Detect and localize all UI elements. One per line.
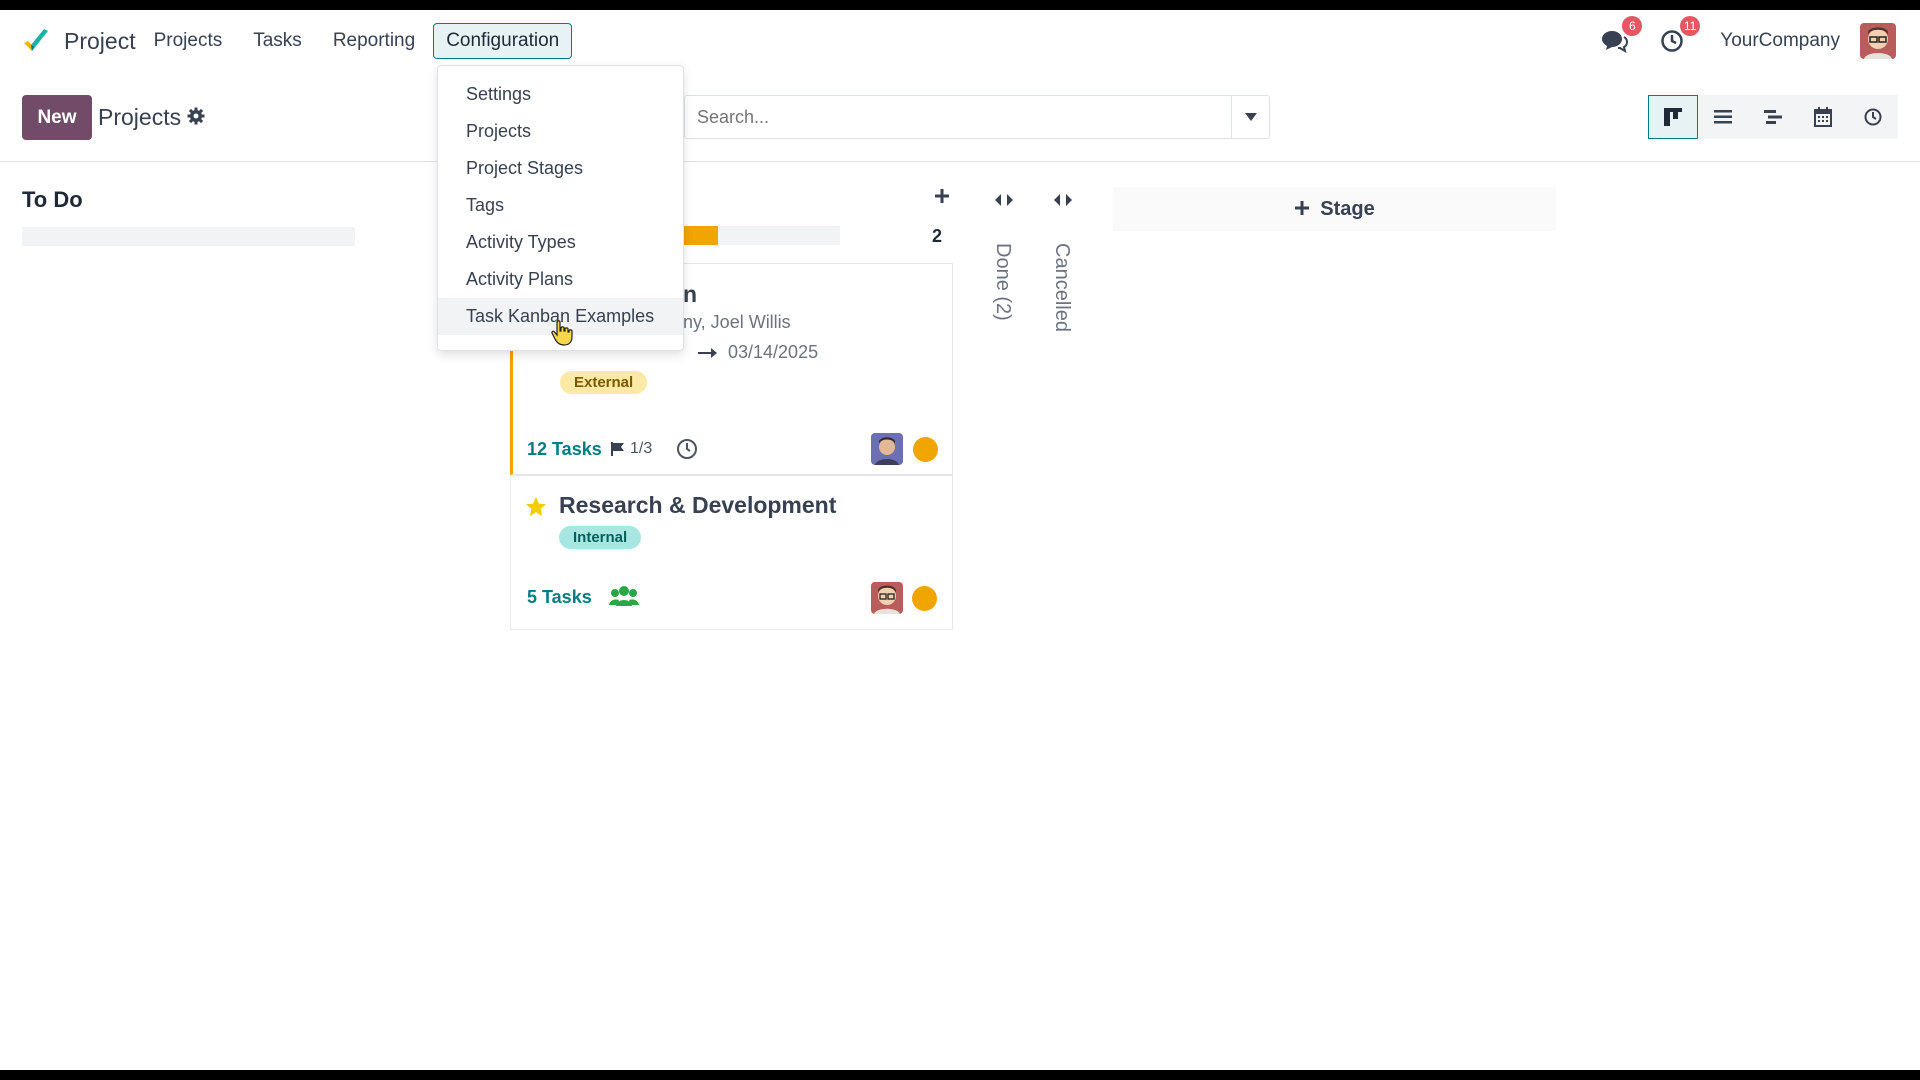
menu-item-activity-plans[interactable]: Activity Plans [438,261,683,298]
activity-icon [1864,108,1882,126]
search-bar [684,95,1270,139]
menu-item-settings[interactable]: Settings [438,76,683,113]
flag-icon [611,442,624,456]
tag-badge: Internal [559,526,642,549]
menu-item-activity-types[interactable]: Activity Types [438,224,683,261]
app-window: Project Projects Tasks Reporting Configu… [0,10,1920,1070]
card-date: 03/14/2025 [728,342,819,362]
folded-column-label: Cancelled [1051,243,1073,332]
search-options-toggle[interactable] [1231,96,1269,138]
activities-badge: 11 [1679,16,1701,36]
hand-cursor-icon [551,320,573,346]
folded-column-label: Done (2) [992,243,1014,321]
card-title: n [683,281,698,307]
avatar-image [871,582,903,614]
project-card[interactable]: Research & Development Internal 5 Tasks [510,475,953,630]
status-indicator[interactable] [913,437,938,462]
breadcrumb: Projects [98,104,205,131]
messages-badge: 6 [1622,16,1643,36]
menu-item-tags[interactable]: Tags [438,187,683,224]
card-title: Research & Development [559,492,837,518]
favorite-star-icon[interactable] [525,496,547,518]
list-icon [1714,110,1732,124]
column-record-count: 2 [932,226,943,246]
project-manager-avatar[interactable] [871,582,903,614]
activity-clock-icon[interactable] [676,438,698,465]
app-name: Project [64,27,136,54]
status-indicator[interactable] [912,586,937,611]
gantt-icon [1764,110,1782,124]
kanban-icon [1664,108,1682,126]
configuration-dropdown-menu: Settings Projects Project Stages Tags Ac… [437,65,684,351]
column-title: To Do [22,187,83,212]
messages-button[interactable]: 6 [1598,16,1643,57]
new-button[interactable]: New [22,95,92,140]
plus-icon [1294,195,1310,223]
company-switcher[interactable]: YourCompany [1720,30,1840,52]
app-brand[interactable]: Project [20,25,136,57]
user-avatar-image [1860,23,1896,59]
gear-icon[interactable] [187,104,205,131]
arrow-right-icon [698,347,717,358]
list-view-button[interactable] [1698,95,1748,139]
menu-reporting[interactable]: Reporting [320,23,428,59]
menu-item-project-stages[interactable]: Project Stages [438,150,683,187]
caret-down-icon [1244,113,1257,121]
view-switcher [1648,95,1898,139]
avatar-image [871,433,903,465]
top-navbar: Project Projects Tasks Reporting Configu… [0,10,1920,72]
collaborators-icon [609,584,639,613]
calendar-view-button[interactable] [1798,95,1848,139]
calendar-icon [1814,107,1832,127]
milestones-count: 1/3 [630,440,653,457]
column-progress-empty [22,227,355,246]
project-manager-avatar[interactable] [871,433,903,465]
tasks-link[interactable]: 5 Tasks [527,587,592,608]
card-customer: ny, Joel Willis [683,312,791,332]
card-dates: 03/14/2025 [698,342,818,363]
menu-projects[interactable]: Projects [141,23,236,59]
menu-tasks[interactable]: Tasks [240,23,315,59]
plus-icon [935,189,949,203]
tag-badge: External [560,371,648,394]
milestones-indicator[interactable]: 1/3 [610,440,652,458]
project-app-logo-icon [24,29,48,51]
menu-item-projects[interactable]: Projects [438,113,683,150]
tasks-link[interactable]: 12 Tasks [527,439,602,460]
kanban-board: To Do 2 n ny, Joel Willis 03/14/2025 Ext… [0,163,1920,1070]
activity-view-button[interactable] [1848,95,1898,139]
expand-column-icon [995,194,1013,206]
gantt-view-button[interactable] [1748,95,1798,139]
add-stage-button[interactable]: Stage [1113,187,1556,231]
user-avatar[interactable] [1860,23,1896,59]
control-panel: New Projects [0,72,1920,162]
expand-column-icon [1054,194,1072,206]
clock-icon [1661,30,1684,52]
page-title: Projects [98,104,182,130]
column-quick-add-button[interactable] [934,188,950,209]
column-header-todo: To Do [22,187,83,213]
menu-configuration[interactable]: Configuration [433,23,573,59]
kanban-view-button[interactable] [1648,95,1698,139]
search-input[interactable] [685,96,1231,138]
activities-button[interactable]: 11 [1656,16,1701,57]
add-stage-label: Stage [1320,197,1375,220]
navbar-systray: 6 11 YourCompany [1572,16,1896,62]
